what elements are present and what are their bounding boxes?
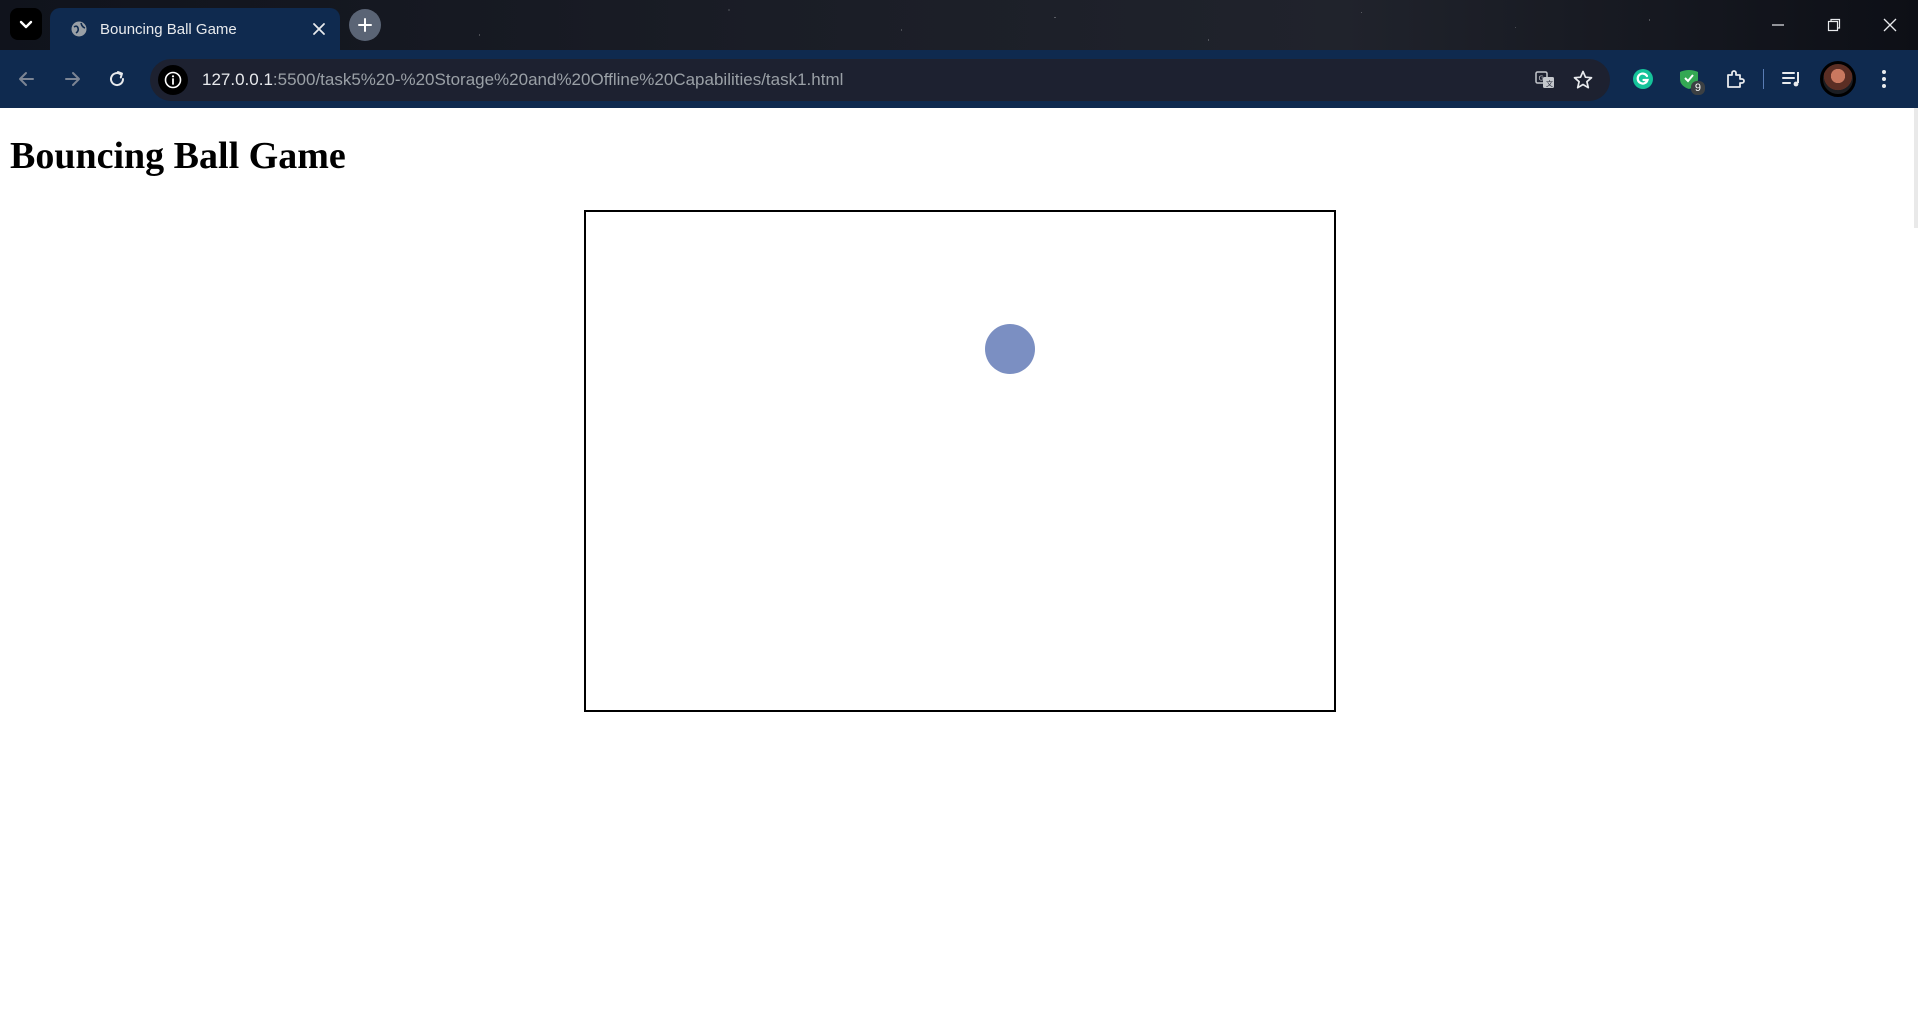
shield-extension-icon[interactable]: 9 <box>1671 61 1707 97</box>
tab-strip: Bouncing Ball Game <box>0 0 1918 50</box>
chevron-down-icon <box>19 20 33 29</box>
game-canvas[interactable] <box>584 210 1336 712</box>
translate-icon[interactable]: G 文 <box>1530 65 1560 95</box>
address-bar[interactable]: 127.0.0.1:5500/task5%20-%20Storage%20and… <box>150 59 1610 101</box>
tab-search-button[interactable] <box>10 8 42 40</box>
browser-toolbar: 127.0.0.1:5500/task5%20-%20Storage%20and… <box>0 50 1918 108</box>
close-tab-icon[interactable] <box>308 18 330 40</box>
info-icon <box>164 71 182 89</box>
bouncing-ball <box>985 324 1035 374</box>
restore-icon <box>1827 18 1841 32</box>
profile-avatar[interactable] <box>1820 61 1856 97</box>
reload-button[interactable] <box>99 61 135 97</box>
minimize-button[interactable] <box>1750 0 1806 50</box>
site-info-button[interactable] <box>158 65 188 95</box>
extension-badge: 9 <box>1690 81 1705 95</box>
url-text: 127.0.0.1:5500/task5%20-%20Storage%20and… <box>202 70 843 90</box>
restore-button[interactable] <box>1806 0 1862 50</box>
active-tab[interactable]: Bouncing Ball Game <box>50 8 340 50</box>
arrow-right-icon <box>65 72 80 86</box>
plus-icon <box>358 18 372 32</box>
svg-text:G: G <box>1539 75 1544 83</box>
arrow-left-icon <box>19 72 34 86</box>
close-window-button[interactable] <box>1862 0 1918 50</box>
globe-icon <box>70 20 88 38</box>
close-icon <box>1883 18 1897 32</box>
bookmark-star-icon[interactable] <box>1568 65 1598 95</box>
tab-title: Bouncing Ball Game <box>100 20 237 38</box>
new-tab-button[interactable] <box>349 9 381 41</box>
puzzle-icon[interactable] <box>1717 61 1753 97</box>
extensions-area: 9 <box>1625 61 1902 97</box>
minimize-icon <box>1772 24 1784 26</box>
window-controls <box>1750 0 1918 50</box>
svg-text:文: 文 <box>1546 79 1553 88</box>
toolbar-divider <box>1763 69 1764 89</box>
page-title: Bouncing Ball Game <box>10 135 346 177</box>
url-path: :5500/task5%20-%20Storage%20and%20Offlin… <box>272 70 844 89</box>
scrollbar-edge[interactable] <box>1914 108 1918 228</box>
url-host: 127.0.0.1 <box>202 70 273 89</box>
reload-icon <box>110 71 125 87</box>
grammarly-icon[interactable] <box>1625 61 1661 97</box>
media-controls-icon[interactable] <box>1774 61 1810 97</box>
forward-button[interactable] <box>54 61 90 97</box>
back-button[interactable] <box>9 61 45 97</box>
address-bar-actions: G 文 <box>1530 65 1598 95</box>
more-menu-icon[interactable] <box>1866 61 1902 97</box>
